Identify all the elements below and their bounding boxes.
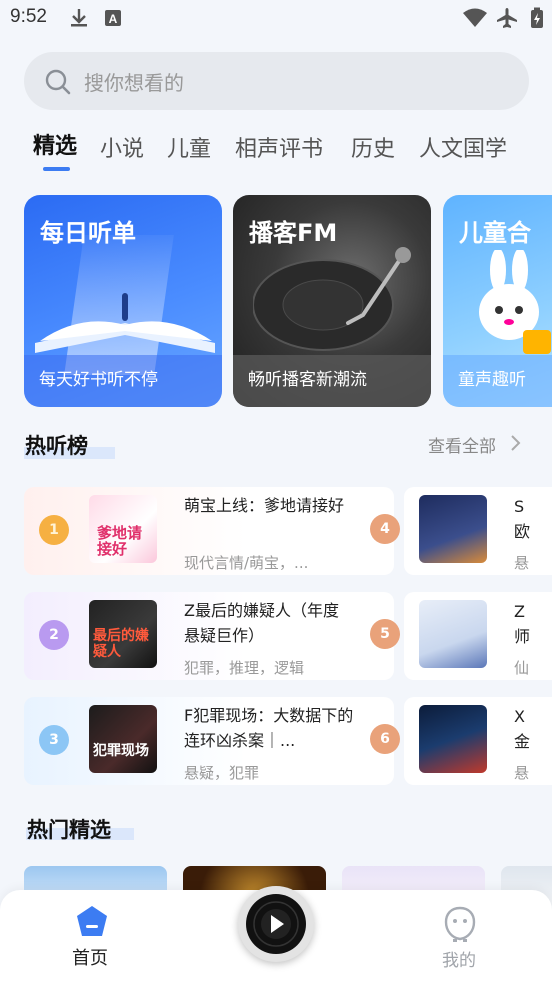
list-item-tags: 悬疑，犯罪 [184, 764, 260, 782]
banner-subtitle: 童声趣听 [458, 370, 526, 390]
tab-xiangsheng-pingshu[interactable]: 相声评书 [235, 131, 323, 163]
section-title-hot-picks: 热门精选 [27, 818, 111, 842]
nav-mine-label[interactable]: 我的 [442, 946, 476, 971]
font-notification-icon: A [105, 10, 121, 26]
wifi-icon [463, 8, 487, 27]
vinyl-play-icon[interactable] [244, 892, 308, 956]
section-title-hot-list: 热听榜 [25, 434, 88, 458]
see-all-link[interactable]: 查看全部 [428, 432, 496, 457]
rank-badge: 2 [39, 620, 69, 650]
list-item-title-line2: 金 [514, 732, 531, 751]
banner-podcast-fm[interactable]: 播客FM 畅听播客新潮流 [233, 195, 431, 407]
list-item-title: 萌宝上线：爹地请接好 [184, 496, 345, 515]
list-item-title: X [514, 707, 525, 726]
rank-badge: 1 [39, 515, 69, 545]
airplane-mode-icon [497, 8, 517, 28]
list-item-title: S [514, 497, 525, 516]
search-icon [45, 69, 71, 95]
book-cover [419, 705, 487, 773]
banner-children[interactable]: 儿童合 童声趣听 [443, 195, 552, 407]
tab-renwen-guoxue[interactable]: 人文国学 [419, 131, 507, 163]
tab-jingxuan[interactable]: 精选 [33, 128, 77, 160]
profile-icon[interactable] [444, 906, 476, 942]
download-icon [71, 9, 87, 27]
rank-badge: 6 [370, 724, 400, 754]
rank-badge: 5 [370, 619, 400, 649]
chevron-right-icon[interactable] [509, 434, 521, 452]
svg-text:A: A [109, 12, 118, 26]
nav-home-label[interactable]: 首页 [72, 944, 108, 970]
list-item-tags: 犯罪，推理，逻辑 [184, 659, 305, 677]
banner-subtitle: 每天好书听不停 [39, 370, 158, 390]
banner-subtitle: 畅听播客新潮流 [248, 370, 367, 390]
list-item-tags: 现代言情/萌宝，... [184, 554, 309, 572]
tab-ertong[interactable]: 儿童 [167, 131, 211, 163]
cover-title-art: 爹地请接好 [97, 524, 143, 558]
cover-title-art: 最后的嫌疑人 [93, 628, 149, 660]
tab-active-indicator [43, 167, 70, 171]
book-cover: 爹地请接好 [89, 495, 157, 563]
tab-xiaoshuo[interactable]: 小说 [100, 131, 144, 163]
status-time: 9:52 [10, 6, 47, 27]
list-item-tags: 悬 [514, 554, 530, 572]
list-item-title: Z [514, 602, 525, 621]
search-input[interactable]: 搜你想看的 [84, 67, 184, 96]
turntable-illustration [253, 247, 411, 351]
list-item-tags: 仙 [514, 659, 530, 677]
list-item-title: F犯罪现场：大数据下的连环凶杀案｜... [184, 706, 354, 750]
banner-title: 播客FM [249, 219, 338, 247]
list-item-title-line2: 欧 [514, 522, 531, 541]
banner-title: 每日听单 [40, 219, 136, 247]
book-cover [419, 495, 487, 563]
tab-lishi[interactable]: 历史 [351, 131, 395, 163]
home-icon[interactable] [74, 904, 110, 938]
list-item-title: Z最后的嫌疑人（年度悬疑巨作） [184, 601, 339, 645]
rank-badge: 3 [39, 725, 69, 755]
banner-title: 儿童合 [459, 219, 531, 247]
rabbit-illustration [479, 250, 551, 354]
cover-title-art: 犯罪现场 [93, 743, 149, 759]
open-book-illustration [35, 293, 215, 353]
book-cover: 犯罪现场 [89, 705, 157, 773]
list-item-tags: 悬 [514, 764, 530, 782]
book-cover [419, 600, 487, 668]
banner-daily-list[interactable]: 每日听单 每天好书听不停 [24, 195, 222, 407]
list-item-title-line2: 师 [514, 627, 531, 646]
rank-badge: 4 [370, 514, 400, 544]
book-cover: 最后的嫌疑人 [89, 600, 157, 668]
battery-charging-icon [531, 7, 543, 28]
